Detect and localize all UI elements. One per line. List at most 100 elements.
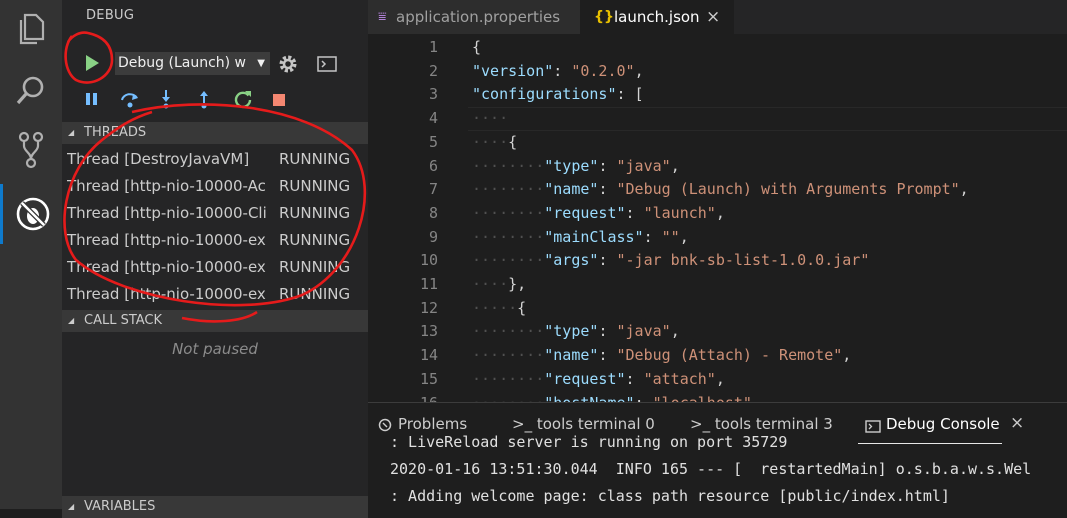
code-token: "args" [544, 251, 599, 270]
console-output-line: : LiveReload server is running on port 3… [390, 433, 788, 451]
code-editor[interactable]: 1 {2 "version": "0.2.0", 3 "configurations":… [368, 34, 1067, 402]
code-token: : [553, 61, 572, 80]
code-token: ········ [472, 156, 545, 175]
code-token: , [670, 156, 680, 175]
bottom-panel: Problems >_ tools terminal 0 >_ tools te… [368, 402, 1067, 509]
line-number: 12 [419, 298, 438, 317]
code-line: ···· [472, 109, 508, 127]
code-token: , [959, 180, 969, 199]
code-token: , [634, 61, 644, 80]
code-line: "version": "0.2.0", [472, 62, 644, 80]
active-tab-underline [858, 443, 1002, 444]
tab-label: application.properties [396, 8, 561, 26]
tab-problems[interactable]: Problems [398, 415, 467, 433]
code-token: ········ [472, 322, 545, 341]
code-token: "type" [544, 322, 599, 341]
line-number: 1 [428, 38, 438, 56]
debug-icon[interactable] [0, 184, 62, 244]
source-control-icon[interactable] [0, 121, 62, 179]
code-token: "request" [544, 203, 626, 222]
code-token: , [670, 322, 680, 341]
code-token: { [508, 132, 518, 151]
code-line: ········"type": "java", [472, 322, 680, 340]
code-token: "Debug (Launch) with Arguments Prompt" [616, 180, 960, 199]
code-line: ········"request": "launch", [472, 204, 725, 222]
code-token: "mainClass" [544, 227, 644, 246]
code-token: : [ [616, 85, 644, 104]
code-line: ········"hostName": "localhost" [472, 394, 752, 403]
code-line: ········"type": "java", [472, 157, 680, 175]
code-token: "launch" [643, 203, 716, 222]
code-line: { [472, 38, 481, 56]
line-number: 2 [428, 61, 438, 80]
code-token: ········ [472, 394, 544, 403]
code-token: "java" [616, 322, 671, 341]
code-line: ········"args": "-jar bnk-sb-list-1.0.0.… [472, 251, 869, 269]
search-icon[interactable] [0, 61, 62, 119]
code-token: "" [661, 227, 680, 246]
red-annotation-marks [63, 31, 367, 323]
code-token: , [842, 346, 852, 365]
code-token: : [635, 394, 653, 403]
code-token: , [715, 203, 725, 222]
code-token: ········ [472, 369, 545, 388]
code-token: : [643, 227, 662, 246]
line-number: 7 [428, 180, 438, 199]
close-icon[interactable]: × [706, 0, 720, 34]
line-number: 3 [428, 85, 438, 104]
code-token: ········ [472, 227, 545, 246]
code-token: "localhost" [653, 394, 752, 403]
code-line: ········"mainClass": "", [472, 228, 689, 246]
line-number: 5 [428, 132, 438, 151]
code-line: ·····{ [472, 299, 526, 317]
code-line: ········"request": "attach", [472, 370, 725, 388]
code-token: "request" [544, 369, 626, 388]
code-token: : [598, 346, 617, 365]
code-line: ········"name": "Debug (Attach) - Remote… [472, 346, 851, 364]
line-number: 11 [419, 275, 438, 293]
line-number: 16 [398, 394, 438, 403]
code-token: ···· [472, 275, 509, 293]
tab-label: launch.json [614, 8, 700, 26]
tab-tools-terminal-0[interactable]: >_ tools terminal 0 [512, 415, 655, 433]
line-number: 6 [428, 156, 438, 175]
code-token: { [472, 38, 482, 56]
editor-tab-bar: ⩸ application.properties {} launch.json … [368, 0, 1067, 34]
code-token: "-jar bnk-sb-list-1.0.0.jar" [616, 251, 870, 270]
tab-debug-console[interactable]: Debug Console [886, 415, 1000, 433]
line-number: 4 [428, 109, 438, 128]
code-token: ···· [472, 132, 509, 151]
code-token: : [598, 180, 617, 199]
code-token: ···· [472, 109, 509, 128]
code-token: "0.2.0" [571, 61, 635, 80]
code-token: : [598, 251, 617, 270]
code-token: , [679, 227, 689, 246]
tab-application-properties[interactable]: ⩸ application.properties [368, 0, 580, 34]
code-line: ········"name": "Debug (Launch) with Arg… [472, 180, 969, 198]
code-token: : [598, 156, 617, 175]
code-token: "name" [544, 180, 599, 199]
code-token: ········ [472, 180, 545, 199]
code-token: : [598, 322, 617, 341]
tab-launch-json[interactable]: {} launch.json × [580, 0, 734, 34]
code-token: : [625, 203, 644, 222]
properties-file-icon: ⩸ [378, 9, 387, 25]
code-token: ········ [472, 346, 545, 365]
code-token: ········ [472, 251, 545, 270]
code-token: }, [508, 275, 527, 293]
code-line: ····}, [472, 275, 526, 293]
code-line: ····{ [472, 133, 517, 151]
activity-bar [0, 0, 62, 509]
code-token: "attach" [643, 369, 716, 388]
tab-tools-terminal-3[interactable]: >_ tools terminal 3 [690, 415, 833, 433]
line-number: 15 [419, 369, 438, 388]
code-token: "configurations" [472, 85, 617, 104]
code-token: "type" [544, 156, 599, 175]
current-line-highlight [468, 107, 1067, 131]
code-token: "Debug (Attach) - Remote" [616, 346, 843, 365]
explorer-icon[interactable] [0, 0, 62, 58]
close-icon[interactable]: × [1010, 413, 1024, 433]
code-token: "version" [472, 61, 554, 80]
code-token: "name" [544, 346, 599, 365]
code-token: "hostName" [544, 394, 634, 403]
